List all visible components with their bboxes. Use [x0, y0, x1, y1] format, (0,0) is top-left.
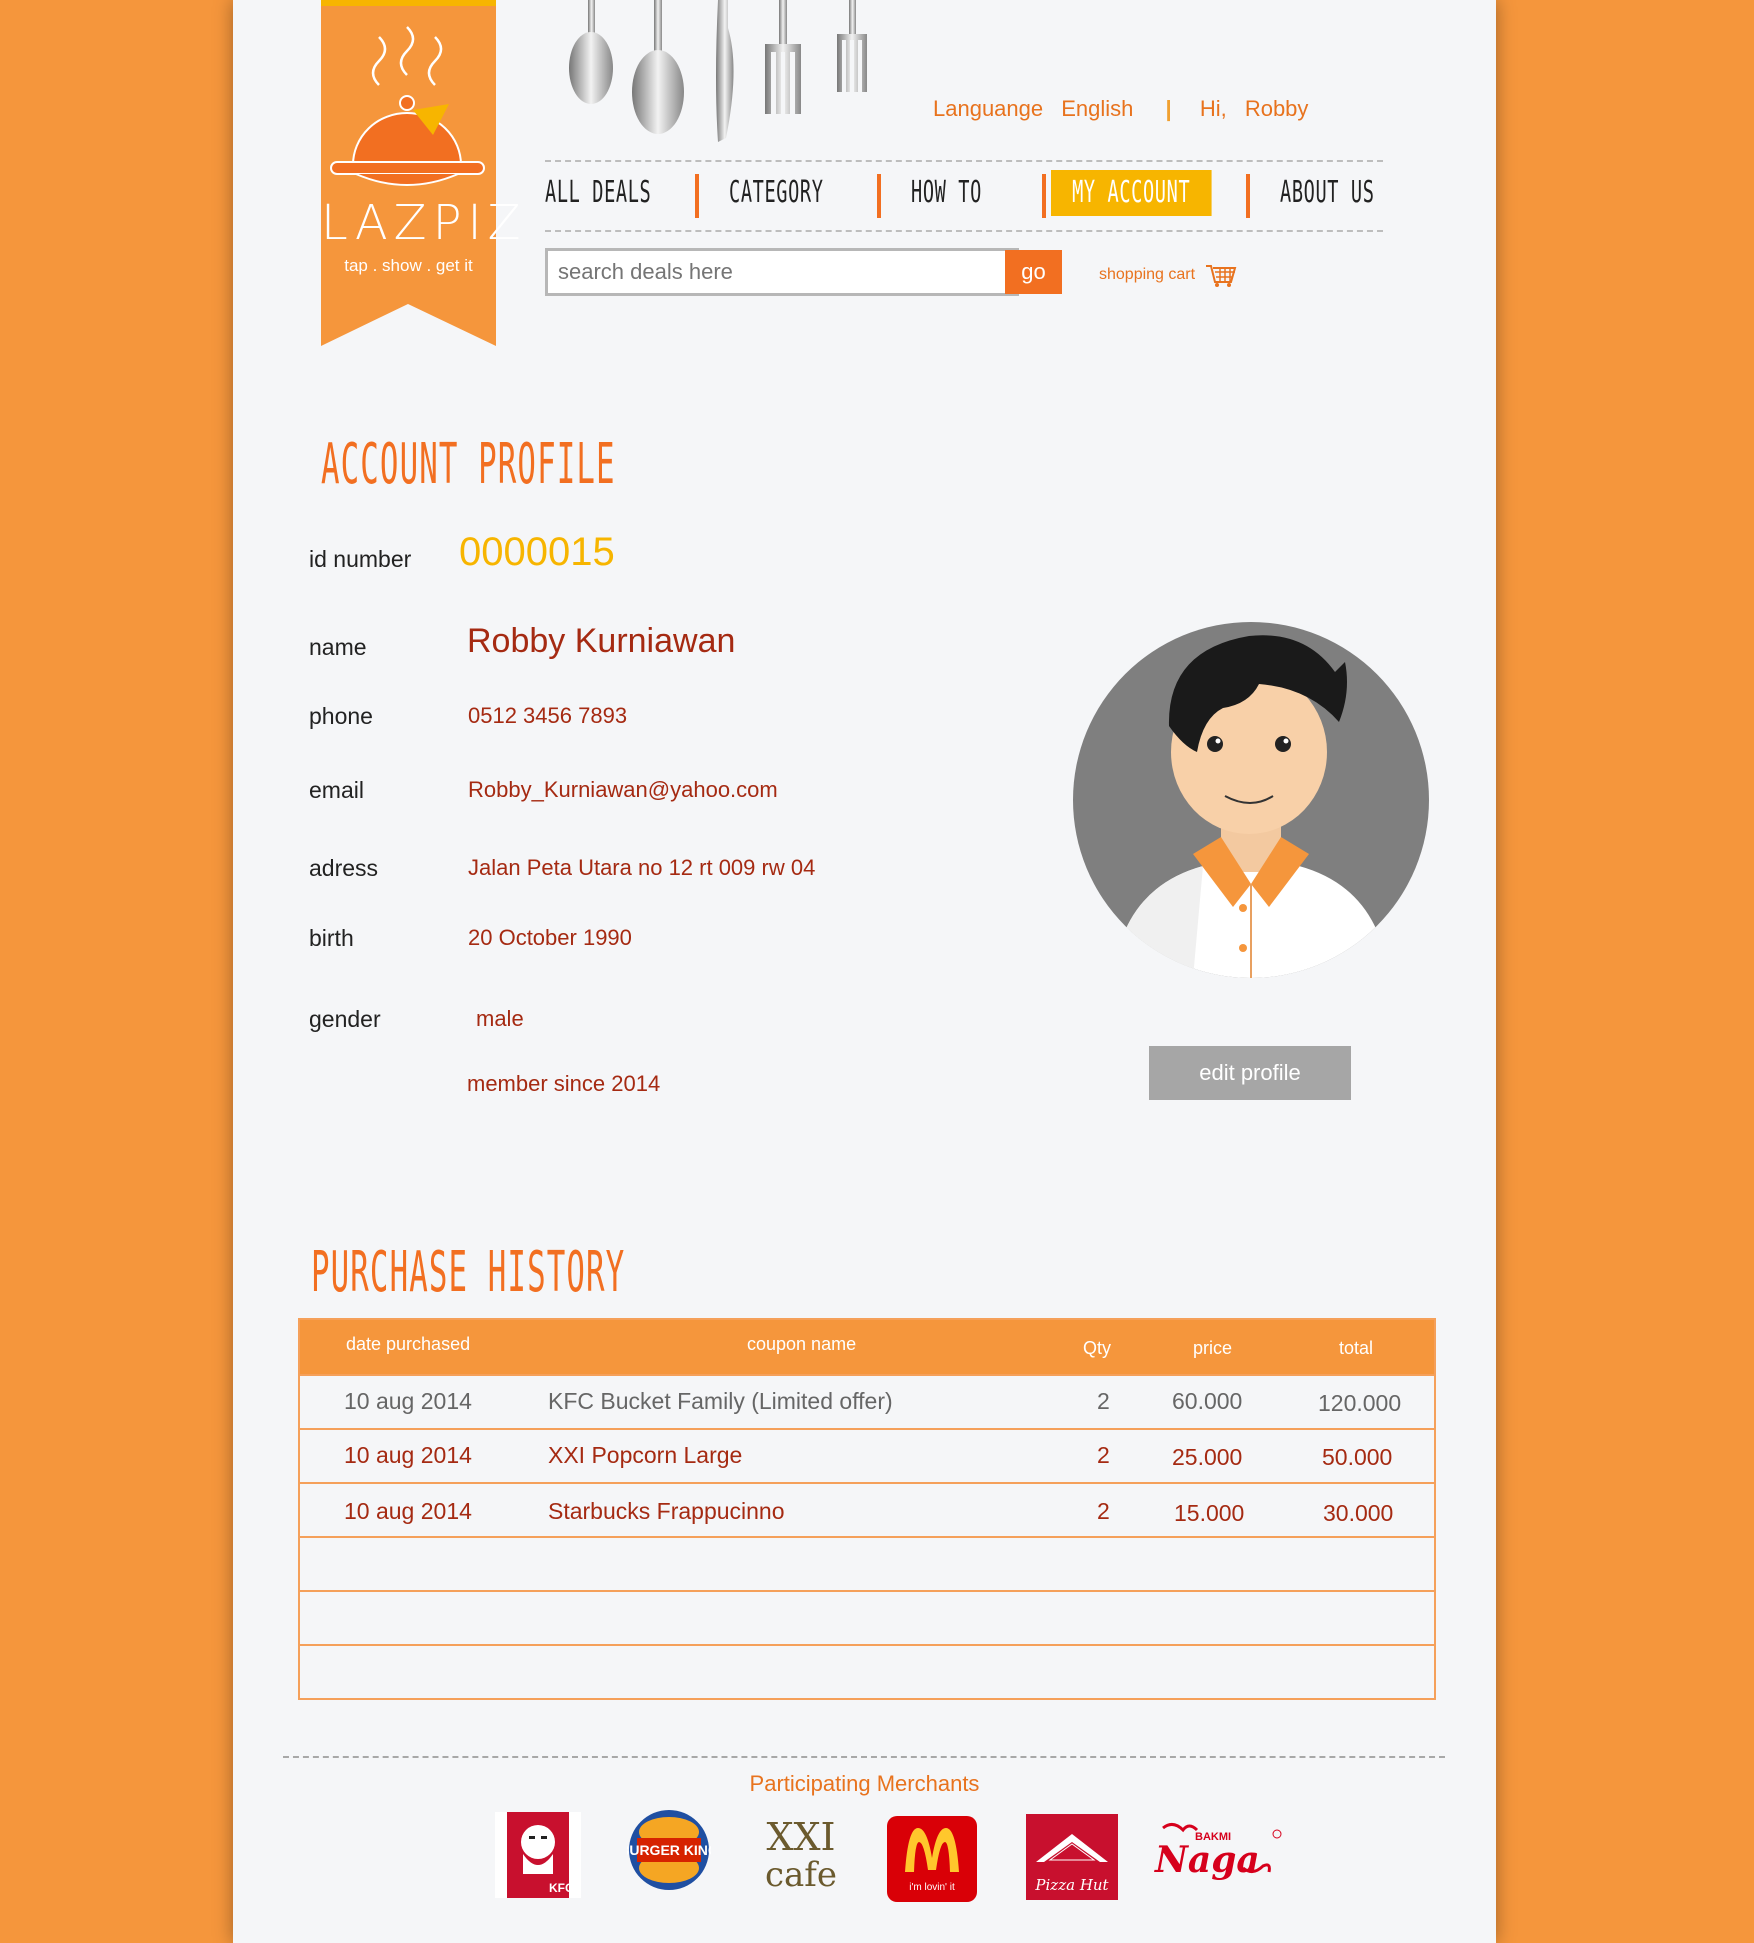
nav-divider	[877, 174, 881, 218]
cell-qty: 2	[1097, 1442, 1110, 1468]
cell-price: 25.000	[1172, 1444, 1243, 1470]
nav-divider	[1246, 174, 1250, 218]
cell-qty: 2	[1097, 1498, 1110, 1524]
cell-price: 15.000	[1174, 1500, 1245, 1526]
nav-about-us[interactable]: ABOUT US	[1280, 170, 1375, 216]
cell-date: 10 aug 2014	[344, 1388, 472, 1414]
pizza-hut-text: Pizza Hut	[1034, 1876, 1109, 1894]
member-since: member since 2014	[467, 1071, 661, 1096]
xxi-cafe-logo[interactable]: XXI cafe	[756, 1812, 846, 1892]
cell-date: 10 aug 2014	[344, 1498, 472, 1524]
name-label: name	[309, 634, 367, 660]
language-bar: Languange English | Hi, Robby	[933, 96, 1320, 122]
nav-divider	[695, 174, 699, 218]
cell-price: 60.000	[1172, 1388, 1243, 1414]
cell-date: 10 aug 2014	[344, 1442, 472, 1468]
header-price: price	[1193, 1338, 1233, 1358]
mcd-tagline: i'm lovin' it	[909, 1882, 955, 1893]
nav-divider	[1042, 174, 1046, 218]
address-value: Jalan Peta Utara no 12 rt 009 rw 04	[468, 855, 816, 880]
search-input[interactable]	[545, 248, 1019, 296]
cell-coupon: KFC Bucket Family (Limited offer)	[548, 1388, 893, 1414]
header-qty: Qty	[1083, 1338, 1112, 1358]
nav-all-deals[interactable]: ALL DEALS	[545, 170, 651, 216]
gender-label: gender	[309, 1006, 381, 1032]
mcdonalds-logo[interactable]: i'm lovin' it	[885, 1814, 979, 1904]
header-total: total	[1339, 1338, 1374, 1358]
bakmi-naga-logo[interactable]: BAKMI Naga	[1151, 1818, 1287, 1890]
account-profile-title: ACCOUNT PROFILE	[321, 432, 616, 497]
brand-logo[interactable]: LAZPIZ tap . show . get it	[321, 0, 527, 346]
address-label: adress	[309, 855, 379, 881]
table-row-empty	[300, 1536, 1434, 1590]
brand-name: LAZPIZ	[321, 195, 527, 251]
email-label: email	[309, 777, 364, 803]
phone-value: 0512 3456 7893	[468, 703, 628, 728]
cafe-text: cafe	[765, 1855, 837, 1892]
gender-value: male	[476, 1006, 524, 1031]
cell-coupon: XXI Popcorn Large	[548, 1442, 743, 1468]
xxi-text: XXI	[766, 1815, 835, 1859]
birth-value: 20 October 1990	[468, 925, 632, 950]
pizza-hut-logo[interactable]: Pizza Hut	[1026, 1814, 1118, 1900]
cell-total: 30.000	[1323, 1500, 1394, 1526]
merchants-title: Participating Merchants	[749, 1771, 980, 1796]
avatar	[1073, 622, 1429, 978]
table-row-empty	[300, 1644, 1434, 1698]
edit-profile-button[interactable]: edit profile	[1149, 1046, 1351, 1100]
shopping-cart-label: shopping cart	[1099, 266, 1196, 284]
shopping-cart-icon	[1205, 265, 1236, 287]
kfc-logo-text: KFC	[549, 1881, 574, 1895]
page: LAZPIZ tap . show . get it Languange Eng…	[233, 0, 1496, 1943]
nav-category[interactable]: CATEGORY	[729, 170, 824, 216]
table-row[interactable]: 10 aug 2014 Starbucks Frappucinno 2 15.0…	[300, 1482, 1434, 1536]
nav-my-account[interactable]: MY ACCOUNT	[1051, 170, 1212, 216]
cell-qty: 2	[1097, 1388, 1110, 1414]
shopping-cart-link[interactable]: shopping cart	[1099, 262, 1238, 288]
email-value: Robby_Kurniawan@yahoo.com	[468, 777, 778, 802]
header-date: date purchased	[346, 1334, 471, 1354]
table-header: date purchased coupon name Qty price tot…	[300, 1320, 1434, 1374]
cell-total: 120.000	[1318, 1390, 1402, 1416]
language-label: Languange	[933, 96, 1044, 121]
purchase-history-table: date purchased coupon name Qty price tot…	[298, 1318, 1436, 1700]
naga-text: Naga	[1154, 1839, 1260, 1881]
nav-how-to[interactable]: HOW TO	[911, 170, 982, 216]
brand-tagline: tap . show . get it	[344, 256, 473, 275]
id-label: id number	[309, 546, 412, 572]
purchase-history-title: PURCHASE HISTORY	[311, 1240, 626, 1305]
cell-total: 50.000	[1322, 1444, 1393, 1470]
search-go-button[interactable]: go	[1005, 250, 1062, 294]
id-value: 0000015	[459, 530, 615, 574]
table-row[interactable]: 10 aug 2014 XXI Popcorn Large 2 25.000 5…	[300, 1428, 1434, 1482]
ribbon-shape	[321, 0, 496, 346]
table-row-empty	[300, 1590, 1434, 1644]
cell-coupon: Starbucks Frappucinno	[548, 1498, 785, 1524]
language-select[interactable]: English	[1061, 96, 1133, 121]
divider: |	[1165, 96, 1172, 121]
header-coupon: coupon name	[747, 1334, 857, 1354]
user-name[interactable]: Robby	[1245, 96, 1309, 121]
burger-king-logo[interactable]: BURGER KING	[627, 1808, 711, 1892]
footer-divider	[283, 1756, 1445, 1758]
cutlery-illustration	[569, 0, 867, 142]
phone-label: phone	[309, 703, 373, 729]
greeting: Hi,	[1199, 96, 1227, 121]
kfc-logo[interactable]: KFC	[495, 1812, 581, 1898]
table-row[interactable]: 10 aug 2014 KFC Bucket Family (Limited o…	[300, 1374, 1434, 1428]
burger-king-text: BURGER KING	[627, 1842, 711, 1858]
birth-label: birth	[309, 925, 354, 951]
name-value: Robby Kurniawan	[467, 622, 736, 660]
main-nav: ALL DEALS CATEGORY HOW TO MY ACCOUNT ABO…	[545, 160, 1383, 232]
